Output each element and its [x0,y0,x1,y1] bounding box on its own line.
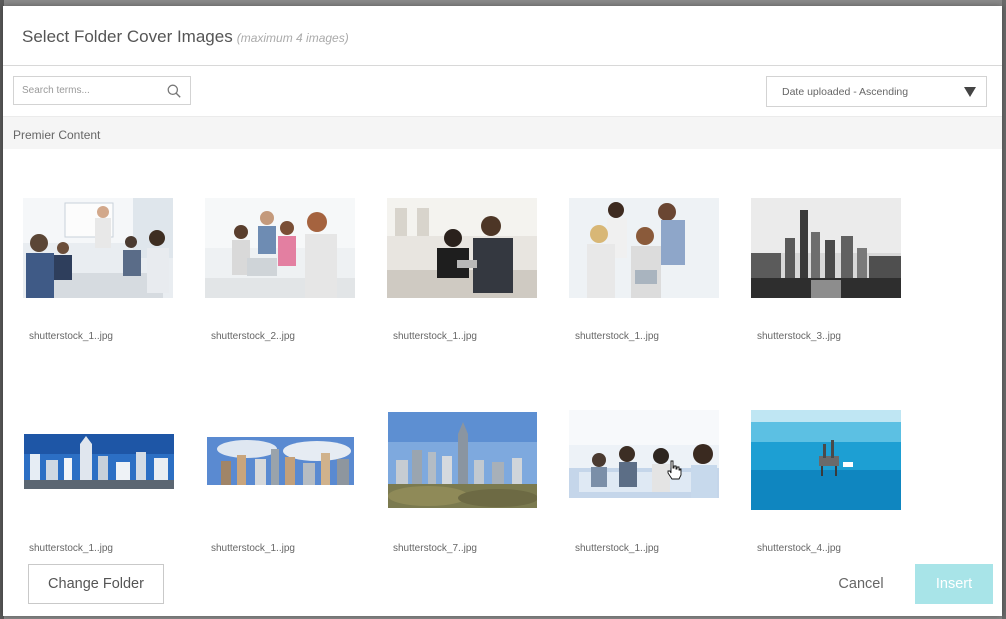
image-thumbnail[interactable] [751,410,901,510]
image-thumbnail[interactable] [23,198,173,298]
hand-pointer-icon [667,460,682,480]
image-thumbnail[interactable] [569,410,719,510]
dialog-title: Select Folder Cover Images (maximum 4 ima… [22,27,349,47]
image-caption: shutterstock_1..jpg [575,331,659,342]
dialog-subtitle: (maximum 4 images) [236,31,349,45]
dialog-header: Select Folder Cover Images (maximum 4 ima… [3,6,1002,66]
cancel-button[interactable]: Cancel [821,564,901,604]
sort-selected-value: Date uploaded - Ascending [782,86,909,98]
image-caption: shutterstock_4..jpg [757,543,841,554]
image-caption: shutterstock_2..jpg [211,331,295,342]
image-caption: shutterstock_1..jpg [29,543,113,554]
select-cover-images-dialog: Select Folder Cover Images (maximum 4 ima… [3,6,1002,616]
image-caption: shutterstock_7..jpg [393,543,477,554]
dialog-title-text: Select Folder Cover Images [22,27,233,46]
call-center-image [569,410,719,510]
image-thumbnail[interactable] [207,437,354,485]
toolbar: Date uploaded - Ascending [3,66,1002,116]
image-caption: shutterstock_1..jpg [29,331,113,342]
skyline-park-image [388,412,537,508]
image-thumbnail[interactable] [387,198,537,298]
image-thumbnail[interactable] [388,412,537,508]
skyline-panorama-image [24,434,174,489]
image-caption: shutterstock_1..jpg [393,331,477,342]
skyline-panorama-image [207,437,354,485]
section-header: Premier Content [3,116,1002,149]
image-thumbnail[interactable] [569,198,719,298]
image-caption: shutterstock_1..jpg [575,543,659,554]
team-tablet-image [569,198,719,298]
search-box[interactable] [13,76,191,105]
image-thumbnail[interactable] [751,198,901,298]
image-thumbnail[interactable] [205,198,355,298]
image-caption: shutterstock_3..jpg [757,331,841,342]
bw-skyline-image [751,198,901,298]
business-couple-image [387,198,537,298]
team-laptop-image [205,198,355,298]
image-thumbnail[interactable] [24,434,174,489]
image-caption: shutterstock_1..jpg [211,543,295,554]
caret-down-icon [964,87,976,97]
section-label: Premier Content [13,128,101,142]
backdrop [1002,0,1006,619]
sort-dropdown[interactable]: Date uploaded - Ascending [766,76,987,107]
office-meeting-image [23,198,173,298]
search-input[interactable] [14,77,172,104]
oil-rig-image [751,410,901,510]
insert-button[interactable]: Insert [915,564,993,604]
change-folder-button[interactable]: Change Folder [28,564,164,604]
search-icon[interactable] [167,84,181,98]
